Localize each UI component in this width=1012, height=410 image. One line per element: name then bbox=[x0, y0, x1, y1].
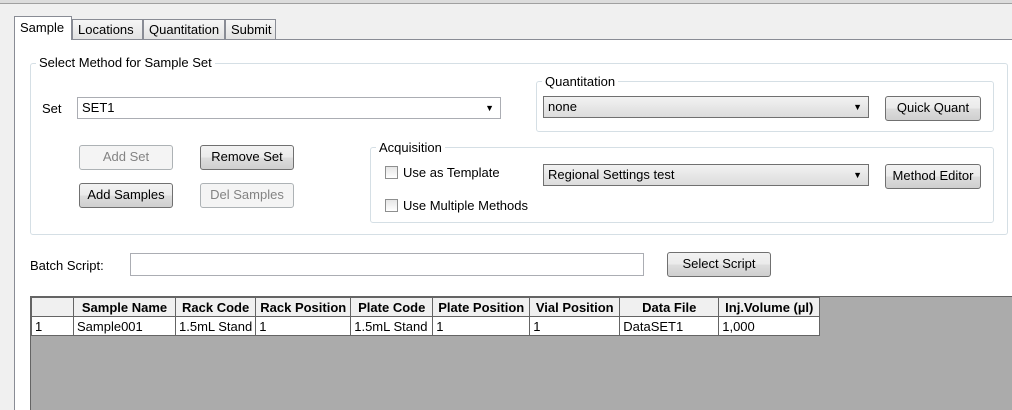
use-multiple-methods-label: Use Multiple Methods bbox=[403, 198, 528, 213]
table-row[interactable]: 1 Sample001 1.5mL Stand 1 1.5mL Stand 1 … bbox=[31, 316, 821, 336]
use-as-template-checkbox[interactable] bbox=[385, 166, 398, 179]
row-header-corner[interactable] bbox=[31, 297, 74, 317]
quick-quant-button[interactable]: Quick Quant bbox=[885, 96, 981, 121]
set-dropdown[interactable]: SET1 ▼ bbox=[77, 97, 501, 119]
batch-script-label: Batch Script: bbox=[30, 258, 104, 273]
set-dropdown-value: SET1 bbox=[82, 100, 115, 115]
sample-table: Sample Name Rack Code Rack Position Plat… bbox=[31, 297, 821, 336]
tab-submit[interactable]: Submit bbox=[225, 19, 276, 39]
add-samples-button[interactable]: Add Samples bbox=[79, 183, 173, 208]
sample-grid[interactable]: Sample Name Rack Code Rack Position Plat… bbox=[30, 296, 1012, 410]
method-editor-button[interactable]: Method Editor bbox=[885, 164, 981, 189]
column-header[interactable]: Inj.Volume (µl) bbox=[718, 297, 821, 317]
quantitation-dropdown[interactable]: none ▼ bbox=[543, 96, 869, 118]
column-header[interactable]: Plate Code bbox=[350, 297, 434, 317]
quantitation-dropdown-value: none bbox=[548, 99, 577, 114]
method-group-title: Select Method for Sample Set bbox=[36, 55, 215, 70]
use-as-template-label: Use as Template bbox=[403, 165, 500, 180]
table-cell[interactable]: 1,000 bbox=[718, 316, 821, 336]
chevron-down-icon: ▼ bbox=[485, 103, 494, 113]
table-cell[interactable]: 1.5mL Stand bbox=[350, 316, 434, 336]
chevron-down-icon: ▼ bbox=[853, 170, 862, 180]
add-set-button[interactable]: Add Set bbox=[79, 145, 173, 170]
tab-quantitation[interactable]: Quantitation bbox=[143, 19, 225, 39]
column-header[interactable]: Rack Position bbox=[255, 297, 352, 317]
acquisition-method-value: Regional Settings test bbox=[548, 167, 675, 182]
table-cell[interactable]: 1 bbox=[432, 316, 531, 336]
batch-script-input[interactable] bbox=[130, 253, 644, 276]
remove-set-button[interactable]: Remove Set bbox=[200, 145, 294, 170]
table-cell[interactable]: Sample001 bbox=[73, 316, 176, 336]
column-header[interactable]: Data File bbox=[619, 297, 720, 317]
table-header-row: Sample Name Rack Code Rack Position Plat… bbox=[31, 297, 821, 317]
table-cell[interactable]: 1.5mL Stand bbox=[174, 316, 257, 336]
column-header[interactable]: Vial Position bbox=[529, 297, 621, 317]
column-header[interactable]: Sample Name bbox=[73, 297, 176, 317]
del-samples-button[interactable]: Del Samples bbox=[200, 183, 294, 208]
tab-sample[interactable]: Sample bbox=[14, 16, 72, 40]
set-label: Set bbox=[42, 101, 62, 116]
window-top-border bbox=[0, 0, 1012, 4]
table-cell[interactable]: 1 bbox=[255, 316, 352, 336]
chevron-down-icon: ▼ bbox=[853, 102, 862, 112]
quantitation-group-title: Quantitation bbox=[542, 74, 619, 89]
column-header[interactable]: Plate Position bbox=[432, 297, 531, 317]
table-cell[interactable]: 1 bbox=[529, 316, 621, 336]
row-number[interactable]: 1 bbox=[31, 316, 74, 336]
acquisition-method-dropdown[interactable]: Regional Settings test ▼ bbox=[543, 164, 869, 186]
table-cell[interactable]: DataSET1 bbox=[619, 316, 720, 336]
column-header[interactable]: Rack Code bbox=[174, 297, 257, 317]
select-script-button[interactable]: Select Script bbox=[667, 252, 771, 277]
tab-locations[interactable]: Locations bbox=[72, 19, 143, 39]
acquisition-group-title: Acquisition bbox=[376, 140, 445, 155]
use-multiple-methods-checkbox[interactable] bbox=[385, 199, 398, 212]
